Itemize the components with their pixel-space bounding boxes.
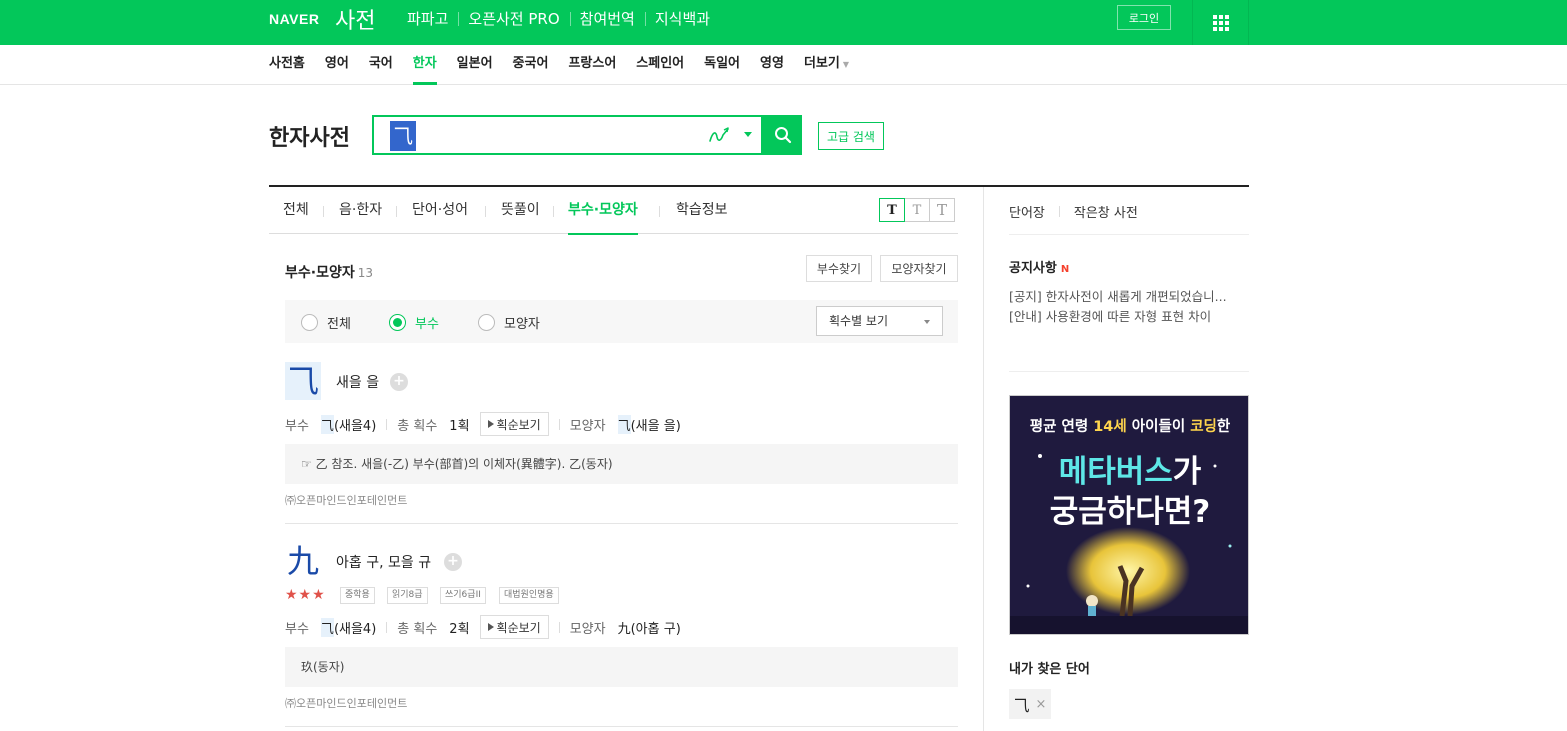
entry-hanja[interactable]: 九	[285, 542, 321, 580]
search-options-dropdown-icon[interactable]	[744, 132, 752, 137]
tab-sound-hanja[interactable]: 음·한자	[339, 187, 382, 234]
subnav-english-english[interactable]: 영영	[760, 45, 784, 85]
level-badge: 쓰기6급II	[440, 587, 486, 604]
play-icon	[487, 420, 494, 428]
add-to-wordbook-icon[interactable]: +	[444, 553, 462, 571]
entry-info-row: 부수 ⺄ (새을4) 총 획수 1획 획순보기 모양자 ⺄ (새을 을)	[285, 412, 681, 436]
subnav-spanish[interactable]: 스페인어	[636, 45, 684, 85]
subnav-german[interactable]: 독일어	[704, 45, 740, 85]
subnav-korean[interactable]: 국어	[369, 45, 393, 85]
result-count: 13	[357, 266, 373, 280]
filter-all-radio[interactable]: 전체	[301, 313, 351, 332]
advanced-search-button[interactable]: 고급 검색	[818, 122, 884, 150]
ad-banner[interactable]: 평균 연령 14세 아이들이 코딩한 메타버스가 궁금하다면?	[1009, 395, 1249, 635]
sort-select[interactable]: 획수별 보기	[816, 306, 943, 336]
notice-title[interactable]: 공지사항 N	[1009, 257, 1069, 276]
subnav-more[interactable]: 더보기 ▼	[804, 45, 849, 85]
radical-link[interactable]: ⺄	[320, 414, 334, 434]
radical-link[interactable]: ⺄	[320, 617, 334, 637]
entry-definition: 玖(동자)	[285, 647, 958, 687]
shape-link[interactable]: 九	[618, 618, 631, 637]
stroke-order-button[interactable]: 획순보기	[479, 615, 549, 639]
ad-line-3: 궁금하다면?	[1049, 494, 1211, 530]
search-button[interactable]	[763, 115, 802, 155]
wordbook-link[interactable]: 단어장	[1009, 202, 1045, 221]
tab-radical-shape[interactable]: 부수·모양자	[568, 187, 638, 235]
grid-icon	[1212, 14, 1229, 31]
naver-logo[interactable]: NAVER	[269, 11, 319, 27]
login-button[interactable]: 로그인	[1117, 5, 1171, 30]
mini-dictionary-link[interactable]: 작은창 사전	[1074, 202, 1138, 221]
nav-open-dict-pro[interactable]: 오픈사전 PRO	[458, 8, 569, 29]
top-bar: NAVER 사전 파파고 오픈사전 PRO 참여번역 지식백과 로그인	[0, 0, 1567, 45]
handwriting-icon[interactable]	[707, 125, 731, 145]
font-size-medium-button[interactable]: T	[904, 198, 930, 222]
font-size-small-button[interactable]: T	[879, 198, 905, 222]
tab-all[interactable]: 전체	[283, 187, 309, 234]
search-icon	[774, 127, 791, 144]
ad-line-2: 메타버스가	[1058, 454, 1202, 490]
subnav-english[interactable]: 영어	[325, 45, 349, 85]
add-to-wordbook-icon[interactable]: +	[390, 373, 408, 391]
caret-down-icon: ▼	[842, 60, 849, 69]
filter-bar: 전체 부수 모양자 획수별 보기	[285, 300, 958, 343]
subnav-japanese[interactable]: 일본어	[457, 45, 493, 85]
tab-words-idioms[interactable]: 단어·성어	[412, 187, 468, 234]
play-icon	[487, 623, 494, 631]
notice-item[interactable]: [공지] 한자사전이 새롭게 개편되었습니...	[1009, 286, 1249, 305]
subnav-chinese[interactable]: 중국어	[513, 45, 549, 85]
entry-definition: ☞ 乙 참조. 새을(-乙) 부수(部首)의 이체자(異體字). 乙(동자)	[285, 444, 958, 484]
entry-hanja[interactable]: ⺄	[285, 362, 321, 400]
stroke-order-button[interactable]: 획순보기	[479, 412, 549, 436]
top-nav: 파파고 오픈사전 PRO 참여번역 지식백과	[397, 8, 720, 29]
entry-info-row: 부수 ⺄ (새을4) 총 획수 2획 획순보기 모양자 九 (아홉 구)	[285, 615, 681, 639]
recent-word-chip[interactable]: ⺄ ×	[1009, 689, 1051, 719]
search-input[interactable]: ⺄	[372, 115, 763, 155]
find-shape-button[interactable]: 모양자찾기	[880, 255, 958, 282]
subnav-home[interactable]: 사전홈	[269, 45, 305, 85]
notice-item[interactable]: [안내] 사용환경에 따른 자형 표현 차이	[1009, 306, 1249, 325]
ad-line-1: 평균 연령 14세 아이들이 코딩한	[1029, 419, 1231, 435]
nav-knowledge-encyclopedia[interactable]: 지식백과	[644, 8, 720, 29]
subnav-french[interactable]: 프랑스어	[568, 45, 616, 85]
column-divider	[983, 187, 984, 731]
subnav-hanja[interactable]: 한자	[412, 45, 437, 85]
side-links: 단어장 작은창 사전	[1009, 202, 1138, 221]
level-badge: 대법원인명용	[499, 587, 559, 604]
tab-meaning[interactable]: 뜻풀이	[501, 187, 540, 234]
level-badge: 중학용	[340, 587, 375, 604]
nav-participatory-translation[interactable]: 참여번역	[569, 8, 645, 29]
entry-source: ㈜오픈마인드인포테인먼트	[285, 697, 408, 710]
importance-stars: ★★★	[285, 587, 326, 603]
apps-menu-button[interactable]	[1192, 0, 1249, 45]
section-title: 부수·모양자 13	[285, 265, 373, 281]
close-icon[interactable]: ×	[1036, 697, 1047, 712]
dictionary-logo[interactable]: 사전	[335, 3, 375, 35]
my-words-title: 내가 찾은 단어	[1009, 662, 1090, 677]
level-badge: 읽기8급	[387, 587, 428, 604]
entry-meaning[interactable]: 아홉 구, 모을 규	[336, 552, 431, 572]
nav-papago[interactable]: 파파고	[397, 8, 458, 29]
entry-source: ㈜오픈마인드인포테인먼트	[285, 494, 408, 507]
dictionary-nav: 사전홈 영어 국어 한자 일본어 중국어 프랑스어 스페인어 독일어 영영 더보…	[0, 45, 1567, 85]
filter-radical-radio[interactable]: 부수	[389, 313, 439, 332]
search-query[interactable]: ⺄	[390, 121, 416, 151]
entry-meaning[interactable]: 새을 을	[336, 372, 379, 392]
result-tabs: 전체 음·한자 단어·성어 뜻풀이 부수·모양자 학습정보 T T T	[269, 187, 958, 235]
tab-learning-info[interactable]: 학습정보	[676, 187, 728, 234]
shape-link[interactable]: ⺄	[617, 414, 631, 434]
page-title: 한자사전	[269, 126, 350, 151]
new-badge: N	[1060, 264, 1070, 275]
find-radical-button[interactable]: 부수찾기	[806, 255, 872, 282]
filter-shape-radio[interactable]: 모양자	[478, 313, 540, 332]
font-size-large-button[interactable]: T	[929, 198, 955, 222]
